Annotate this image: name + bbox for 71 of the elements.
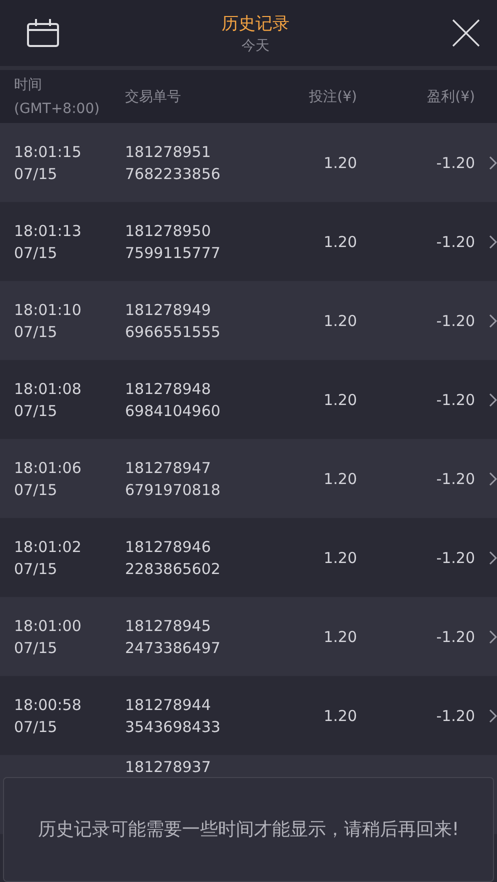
profit-cell-text: -1.20: [435, 310, 475, 332]
chevron-right-icon: [489, 630, 497, 644]
history-row[interactable]: 18:01:15 07/15 181278951 7682233856 1.20 -1.20: [0, 123, 497, 202]
chevron-right-icon: [489, 234, 497, 248]
profit-cell-text: -1.20: [435, 390, 475, 410]
column-timezone: (GMT+8:00): [14, 100, 100, 118]
time-cell-text: 18:01:15: [14, 142, 82, 162]
date-cell-text: 07/15: [14, 242, 58, 264]
history-row[interactable]: 18:01:00 07/15 181278945 2473386497 1.20 -1.20: [0, 597, 497, 676]
bet-cell-text: 1.20: [322, 310, 357, 332]
order-number-cell-text: 2283865602: [125, 558, 222, 580]
time-cell-text: 18:00:58: [14, 694, 82, 716]
chevron-right-icon: [489, 314, 497, 328]
date-cell-text: 07/15: [14, 164, 58, 184]
date-cell-text: 07/15: [14, 400, 58, 422]
chevron-right-icon: [489, 392, 497, 406]
order-number-cell-text: 181278950: [125, 220, 212, 242]
column-header: 盈利(¥): [427, 88, 475, 106]
order-number-cell-text: 181278947: [125, 458, 212, 478]
chevron-right-icon: [489, 550, 497, 564]
date-cell-text: 07/15: [14, 480, 58, 500]
close-icon[interactable]: [451, 18, 481, 48]
time-cell-text: 18:01:06: [14, 458, 82, 478]
bet-cell-text: 1.20: [322, 232, 357, 252]
bet-cell-text: 1.20: [322, 390, 357, 410]
order-number-cell-text: 2473386497: [125, 638, 222, 658]
order-number-cell-text: 6984104960: [125, 400, 222, 422]
column-header: 交易单号: [125, 88, 181, 106]
order-number-cell-text: 181278945: [125, 616, 212, 636]
calendar-icon[interactable]: [26, 18, 60, 48]
time-cell-text: 18:01:00: [14, 616, 82, 636]
bet-cell-text: 1.20: [322, 152, 357, 174]
notice-text: 历史记录可能需要一些时间才能显示，请稍后再回来!: [38, 818, 460, 842]
chevron-right-icon: [489, 708, 497, 722]
order-number-cell-text: 7599115777: [125, 242, 222, 264]
order-number-cell-text: 181278949: [125, 300, 212, 320]
column-header: 时间: [14, 76, 42, 94]
column-header: 投注(¥): [309, 88, 357, 106]
order-number-cell-text: 181278944: [125, 694, 212, 716]
date-cell-text: 07/15: [14, 716, 58, 738]
profit-cell-text: -1.20: [435, 626, 475, 648]
order-number-cell-text: 181278937: [125, 757, 212, 778]
order-number-cell-text: 181278948: [125, 378, 212, 400]
chevron-right-icon: [489, 156, 497, 170]
page-subtitle: 今天: [242, 36, 270, 54]
bet-cell-text: 1.20: [322, 626, 357, 648]
order-number-cell-text: 6966551555: [125, 322, 222, 342]
order-number-cell-text: 181278951: [125, 142, 212, 162]
history-row[interactable]: 18:01:10 07/15 181278949 6966551555 1.20 -1.20: [0, 281, 497, 360]
profit-cell-text: -1.20: [435, 468, 475, 490]
profit-cell-text: -1.20: [435, 232, 475, 252]
date-cell-text: 07/15: [14, 322, 58, 342]
time-cell-text: 18:01:10: [14, 300, 82, 320]
order-number-cell-text: 3543698433: [125, 716, 222, 738]
time-cell-text: 18:01:13: [14, 220, 82, 242]
profit-cell-text: -1.20: [435, 706, 475, 726]
time-cell-text: 18:01:02: [14, 536, 82, 558]
time-cell-text: 18:01:08: [14, 378, 82, 400]
order-number-cell-text: 6791970818: [125, 480, 222, 500]
chevron-right-icon: [489, 472, 497, 486]
date-cell-text: 07/15: [14, 638, 58, 658]
profit-cell-text: -1.20: [435, 152, 475, 174]
bet-cell-text: 1.20: [322, 548, 357, 568]
bet-cell-text: 1.20: [322, 468, 357, 490]
profit-cell-text: -1.20: [435, 548, 475, 568]
history-row[interactable]: 18:01:06 07/15 181278947 6791970818 1.20 -1.20: [0, 439, 497, 518]
bet-cell-text: 1.20: [322, 706, 357, 726]
page-title: 历史记录: [222, 12, 290, 34]
date-cell-text: 07/15: [14, 558, 58, 580]
order-number-cell-text: 181278946: [125, 536, 212, 558]
order-number-cell-text: 7682233856: [125, 164, 222, 184]
